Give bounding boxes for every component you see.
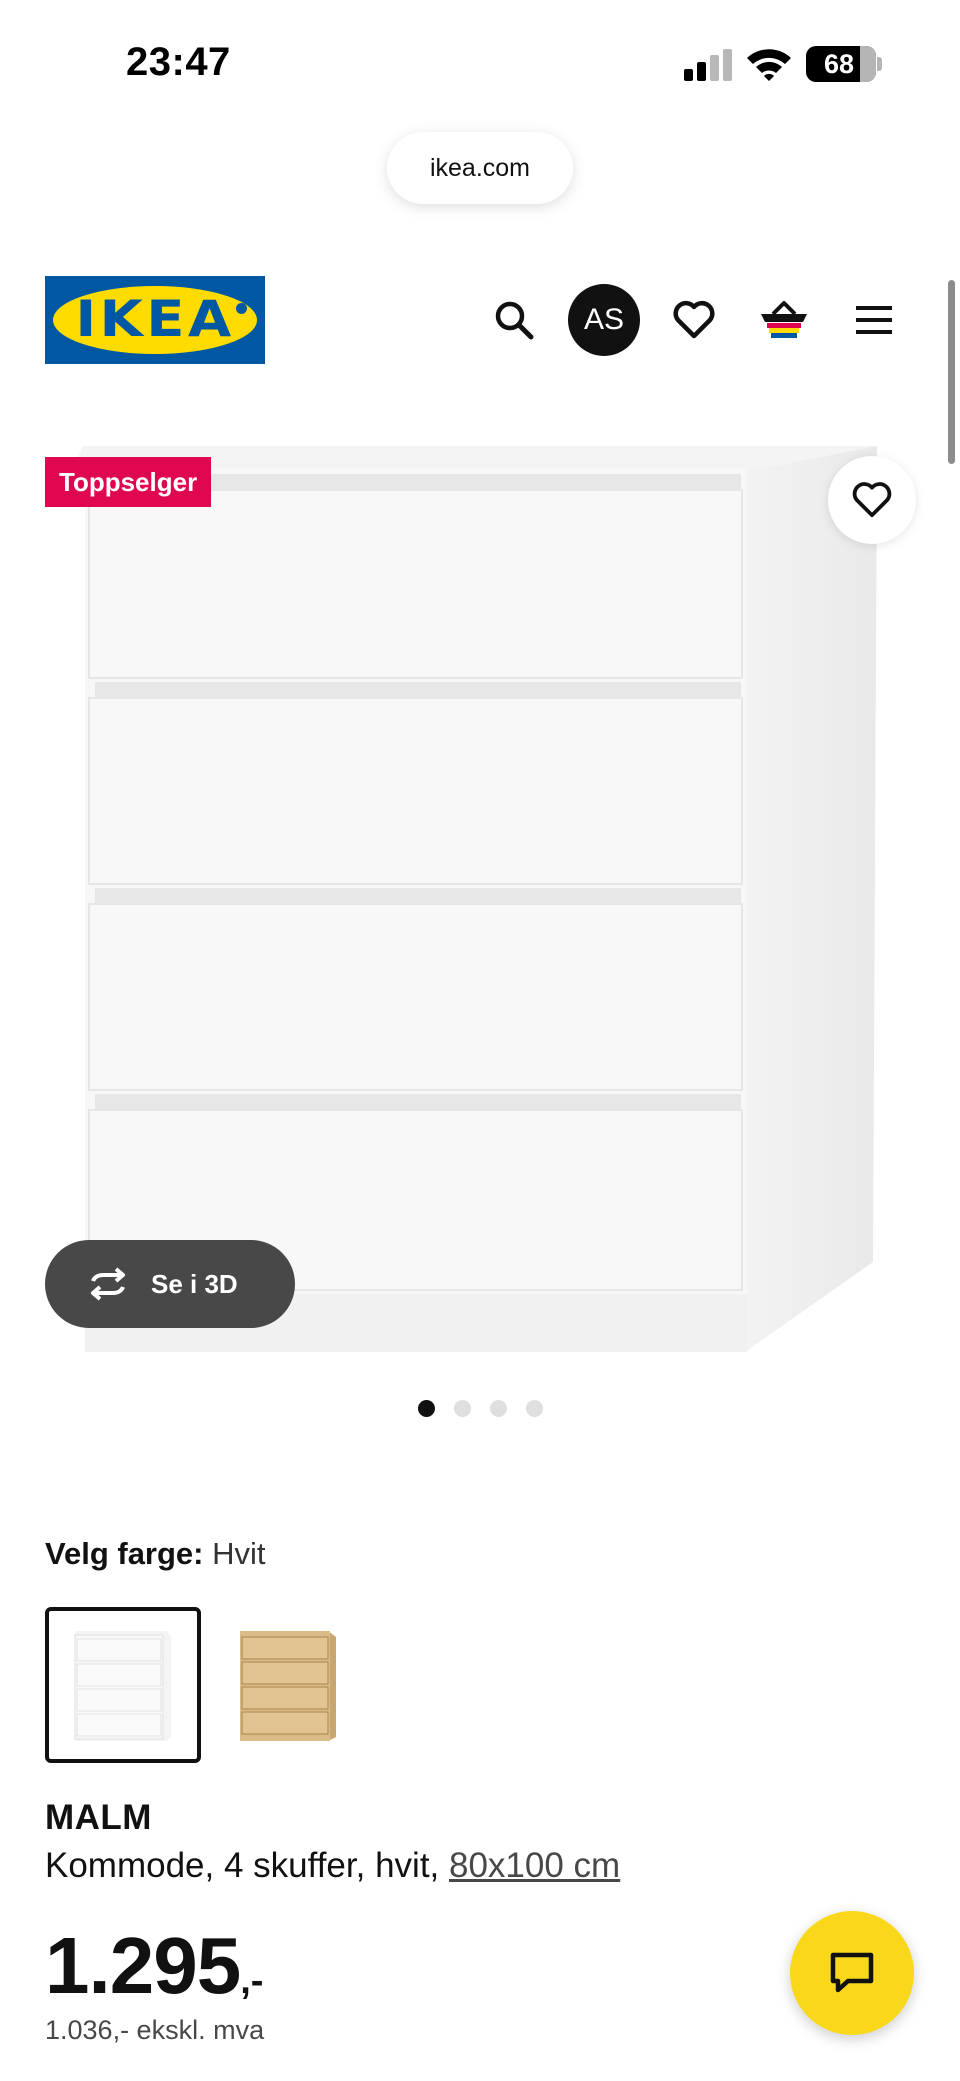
basket-button[interactable]: [748, 284, 820, 356]
logo-text: IKEA: [75, 290, 235, 348]
selected-color-value: Hvit: [212, 1536, 266, 1571]
price-excl-vat: 1.036,- ekskl. mva: [45, 2015, 265, 2045]
battery-cap: [877, 57, 882, 71]
price-suffix: ,-: [240, 1960, 264, 2002]
avatar[interactable]: AS: [568, 284, 640, 356]
carousel-dot[interactable]: [526, 1400, 543, 1417]
oak-dresser-thumbnail: [240, 1631, 336, 1741]
ikea-logo[interactable]: IKEA: [45, 276, 265, 364]
url-bar[interactable]: ikea.com: [387, 132, 573, 204]
view-in-3d-button[interactable]: Se i 3D: [45, 1240, 295, 1328]
chat-button[interactable]: [790, 1911, 914, 2035]
product-size-link[interactable]: 80x100 cm: [449, 1846, 620, 1885]
battery-icon: 68: [806, 46, 876, 82]
product-description-text: Kommode, 4 skuffer, hvit,: [45, 1846, 440, 1885]
view-in-3d-label: Se i 3D: [151, 1268, 238, 1299]
color-swatch-oak[interactable]: [210, 1607, 366, 1763]
add-to-favourites-button[interactable]: [828, 456, 916, 544]
status-bar: 23:47 68: [0, 0, 960, 120]
price-main: 1.295: [45, 1921, 241, 2010]
image-carousel-dots: [418, 1398, 548, 1420]
product-description: Kommode, 4 skuffer, hvit, 80x100 cm: [45, 1846, 620, 1886]
scrollbar[interactable]: [948, 280, 955, 464]
search-icon: [495, 301, 534, 340]
favourites-button[interactable]: [658, 284, 730, 356]
heart-icon: [852, 482, 892, 518]
product-image[interactable]: [45, 432, 915, 1362]
battery-level: 68: [823, 49, 855, 79]
menu-icon: [856, 306, 892, 334]
chat-icon: [830, 1952, 874, 1993]
product-price: 1.295,-: [45, 1920, 263, 2012]
status-time: 23:47: [126, 40, 231, 84]
cellular-signal-icon: [684, 49, 734, 81]
menu-button[interactable]: [838, 284, 910, 356]
heart-icon: [673, 300, 715, 339]
color-label-text: Velg farge:: [45, 1536, 204, 1571]
carousel-dot[interactable]: [418, 1400, 435, 1417]
product-name: MALM: [45, 1798, 152, 1837]
search-button[interactable]: [478, 284, 550, 356]
topseller-badge: Toppselger: [45, 457, 212, 507]
basket-icon: [761, 301, 807, 338]
carousel-dot[interactable]: [490, 1400, 507, 1417]
wifi-icon: [747, 49, 791, 81]
carousel-dot[interactable]: [454, 1400, 471, 1417]
white-dresser-thumbnail: [74, 1631, 171, 1741]
color-selector-label: Velg farge: Hvit: [45, 1536, 266, 1572]
color-swatch-white[interactable]: [45, 1607, 201, 1763]
rotate-3d-icon: [91, 1267, 125, 1301]
